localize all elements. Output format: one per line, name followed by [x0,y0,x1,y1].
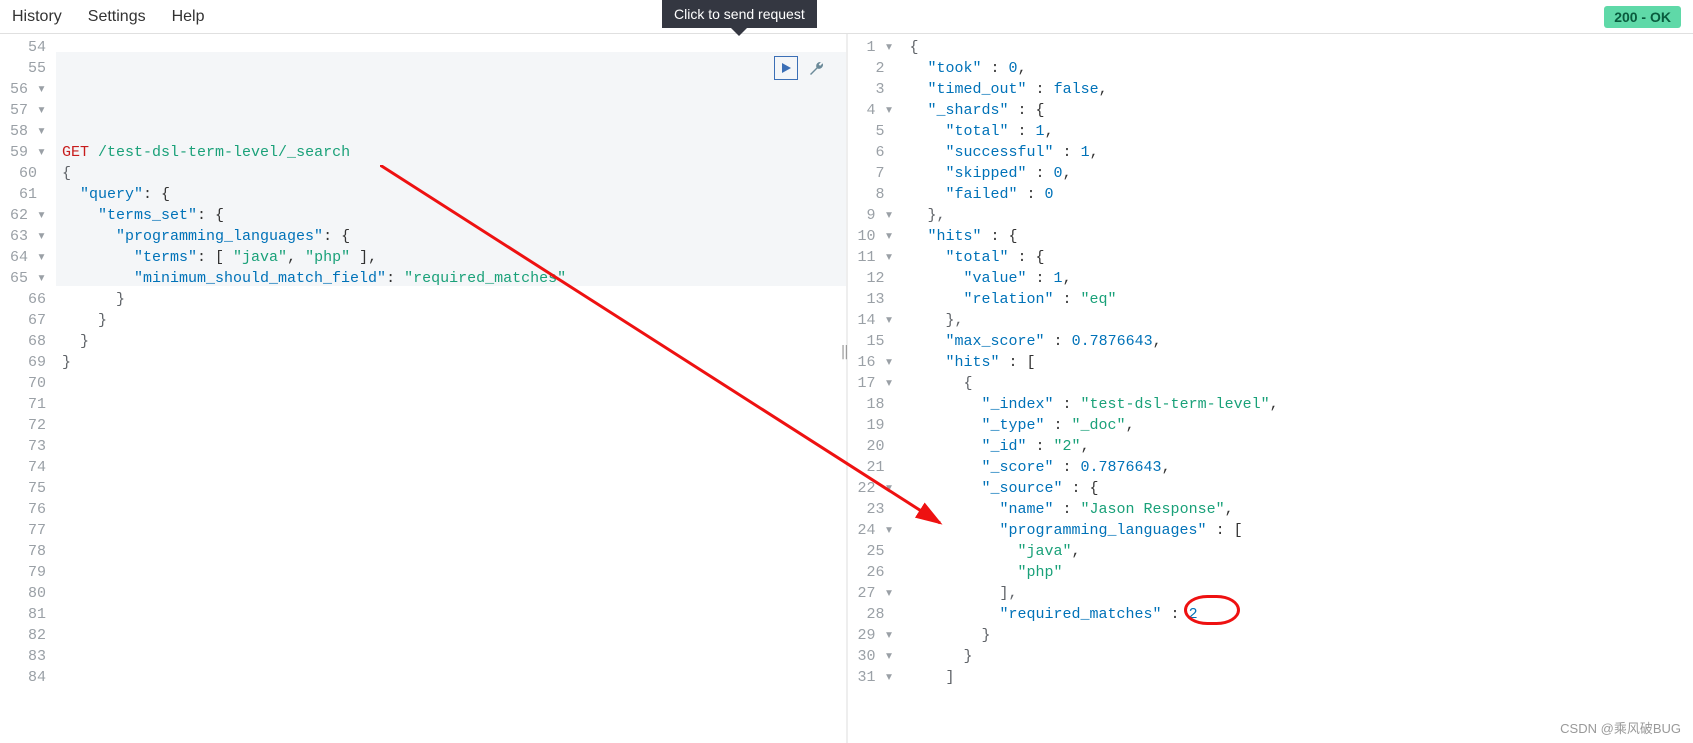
menu-help[interactable]: Help [172,8,205,26]
response-gutter: 1 ▾2 3 4 ▾5 6 7 8 9 ▾10 ▾11 ▾12 13 14 ▾1… [848,34,904,743]
request-code[interactable]: GET /test-dsl-term-level/_search{ "query… [56,34,846,743]
request-editor[interactable]: 545556 ▾57 ▾58 ▾59 ▾60 61 62 ▾63 ▾64 ▾65… [0,34,846,743]
send-request-button[interactable] [774,56,798,80]
request-options-button[interactable] [804,56,828,80]
response-code[interactable]: { "took" : 0, "timed_out" : false, "_sha… [904,34,1693,743]
send-request-tooltip: Click to send request [662,0,817,28]
request-actions [774,56,828,80]
menu-history[interactable]: History [12,8,62,26]
menu-settings[interactable]: Settings [88,8,146,26]
response-viewer[interactable]: 1 ▾2 3 4 ▾5 6 7 8 9 ▾10 ▾11 ▾12 13 14 ▾1… [848,34,1693,743]
status-badge: 200 - OK [1604,6,1681,28]
menu-bar: History Settings Help 200 - OK [0,0,1693,34]
watermark: CSDN @乘风破BUG [1560,718,1681,737]
wrench-icon [808,60,824,76]
request-gutter: 545556 ▾57 ▾58 ▾59 ▾60 61 62 ▾63 ▾64 ▾65… [0,34,56,743]
split-panes: 545556 ▾57 ▾58 ▾59 ▾60 61 62 ▾63 ▾64 ▾65… [0,34,1693,743]
play-icon [780,62,792,74]
